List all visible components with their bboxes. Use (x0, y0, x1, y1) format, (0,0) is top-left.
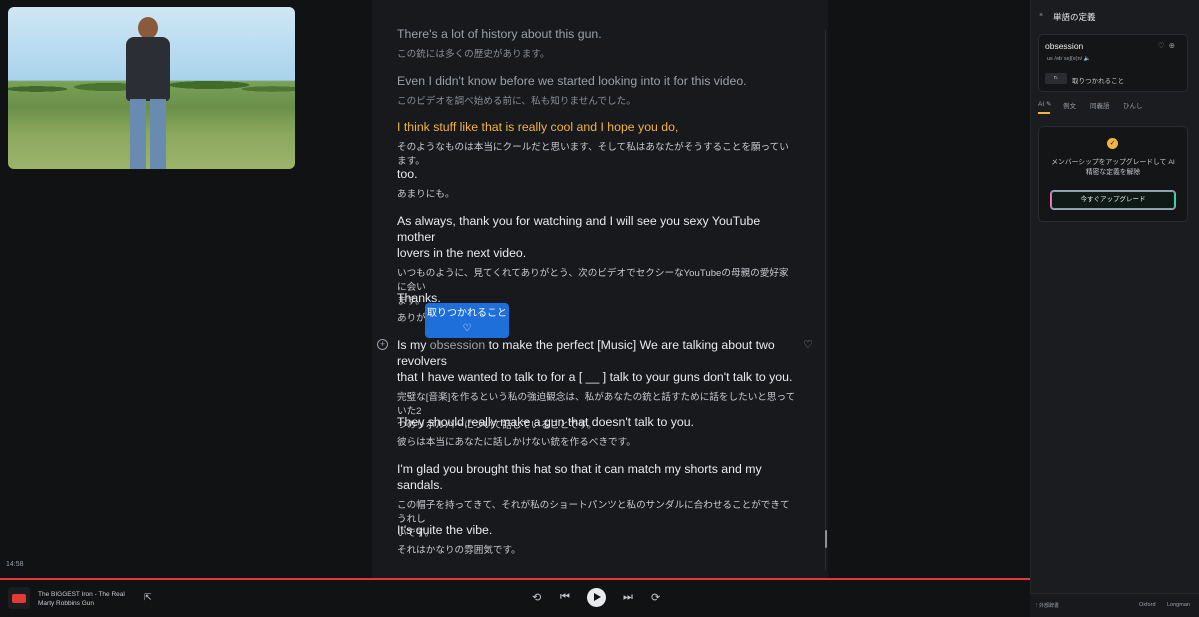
phonetic[interactable]: us /əbˈseʃ(ə)n/ 🔈 (1047, 56, 1091, 62)
transcript-jp: この銃には多くの歴史があります。 (397, 49, 550, 60)
transcript-en: I think stuff like that is really cool a… (397, 120, 679, 134)
transcript-en: lovers in the next video. (397, 246, 527, 260)
word-actions-icon[interactable]: ♡⊕ (1158, 41, 1179, 50)
active-tab-indicator (1038, 112, 1050, 114)
transcript-en-pre: Is my (397, 338, 430, 352)
definition-text: 取りつかれること (1072, 78, 1125, 85)
transcript-jp: そのようなものは本当にクールだと思います、そして私はあなたがそうすることを願って… (397, 142, 789, 167)
verified-badge-icon: ✓ (1107, 138, 1118, 149)
transcript-en: Even I didn't know before we started loo… (397, 74, 747, 88)
play-button[interactable] (587, 588, 606, 607)
app-root: 14:58 There's a lot of history about thi… (0, 0, 1199, 617)
part-of-speech: n. (1045, 73, 1067, 84)
oxford-link[interactable]: Oxford (1139, 602, 1156, 608)
transcript-en: that I have wanted to talk to for a [ __… (397, 370, 793, 384)
tab-ai[interactable]: AI ✎ (1038, 100, 1051, 108)
timestamp: 14:58 (6, 561, 24, 568)
transcript-line-active[interactable]: I think stuff like that is really cool a… (397, 119, 797, 169)
track-title: The BIGGEST Iron - The Real Marty Robbin… (38, 590, 133, 608)
video-person (116, 17, 180, 169)
track-title-line1: The BIGGEST Iron - The Real (38, 591, 125, 598)
next-icon[interactable]: ⏭ (623, 591, 633, 604)
favorite-line-icon[interactable]: ♡ (803, 338, 813, 351)
transcript-line[interactable]: There's a lot of history about this gun.… (397, 26, 797, 62)
speed-icon[interactable]: ⟳ (651, 591, 660, 604)
transcript-line[interactable]: They should really make a gun that doesn… (397, 414, 797, 450)
tab-pos[interactable]: ひんし (1123, 100, 1143, 110)
transcript-en: There's a lot of history about this gun. (397, 27, 602, 41)
add-line-icon[interactable]: + (377, 339, 388, 350)
previous-icon[interactable]: ⏮ (560, 591, 570, 604)
longman-link[interactable]: Longman (1167, 602, 1190, 608)
youtube-icon (8, 587, 30, 609)
external-dictionary-label[interactable]: ⁝ 外部辞書 (1036, 602, 1059, 609)
transcript-en: I'm glad you brought this hat so that it… (397, 462, 762, 492)
transcript-en: too. (397, 167, 418, 181)
transcript-line[interactable]: Even I didn't know before we started loo… (397, 73, 797, 109)
definition-word: obsession (1045, 41, 1084, 51)
transcript-en: As always, thank you for watching and I … (397, 214, 761, 244)
close-icon[interactable]: × (1039, 12, 1047, 20)
player-bar (0, 580, 1030, 617)
repeat-icon[interactable]: ⟲ (532, 591, 541, 604)
transcript-jp: それはかなりの雰囲気です。 (397, 545, 521, 556)
scroll-thumb[interactable] (825, 530, 827, 548)
popup-heart-icon[interactable]: ♡ (425, 324, 509, 334)
transcript-jp: あまりにも。 (397, 189, 455, 200)
panel-title: 単語の定義 (1053, 12, 1096, 22)
upgrade-text: メンバーシップをアップグレードして AI 精密な定義を解除 (1051, 159, 1175, 176)
transcript-jp: 彼らは本当にあなたに話しかけない銃を作るべきです。 (397, 437, 636, 448)
transcript-line[interactable]: too. あまりにも。 (397, 166, 797, 202)
track-title-line2: Marty Robbins Gun (38, 600, 94, 607)
video-player[interactable] (8, 7, 295, 169)
transcript-en: They should really make a gun that doesn… (397, 415, 694, 429)
transcript-en: It's quite the vibe. (397, 523, 493, 537)
tab-synonyms[interactable]: 同義語 (1090, 100, 1110, 110)
transcript-jp: このビデオを調べ始める前に、私も知りませんでした。 (397, 96, 636, 107)
external-link-icon[interactable]: ⇱ (144, 592, 152, 603)
definition-panel (1030, 0, 1199, 617)
popup-translation: 取りつかれること (426, 308, 508, 319)
tab-examples[interactable]: 例文 (1063, 100, 1076, 110)
transcript-line[interactable]: It's quite the vibe. それはかなりの雰囲気です。 (397, 522, 797, 558)
upgrade-button[interactable]: 今すぐアップグレード (1050, 190, 1176, 210)
selected-word[interactable]: obsession (430, 338, 485, 352)
word-translation-popup[interactable]: 取りつかれること ♡ (425, 303, 509, 338)
scroll-track[interactable] (825, 30, 826, 570)
